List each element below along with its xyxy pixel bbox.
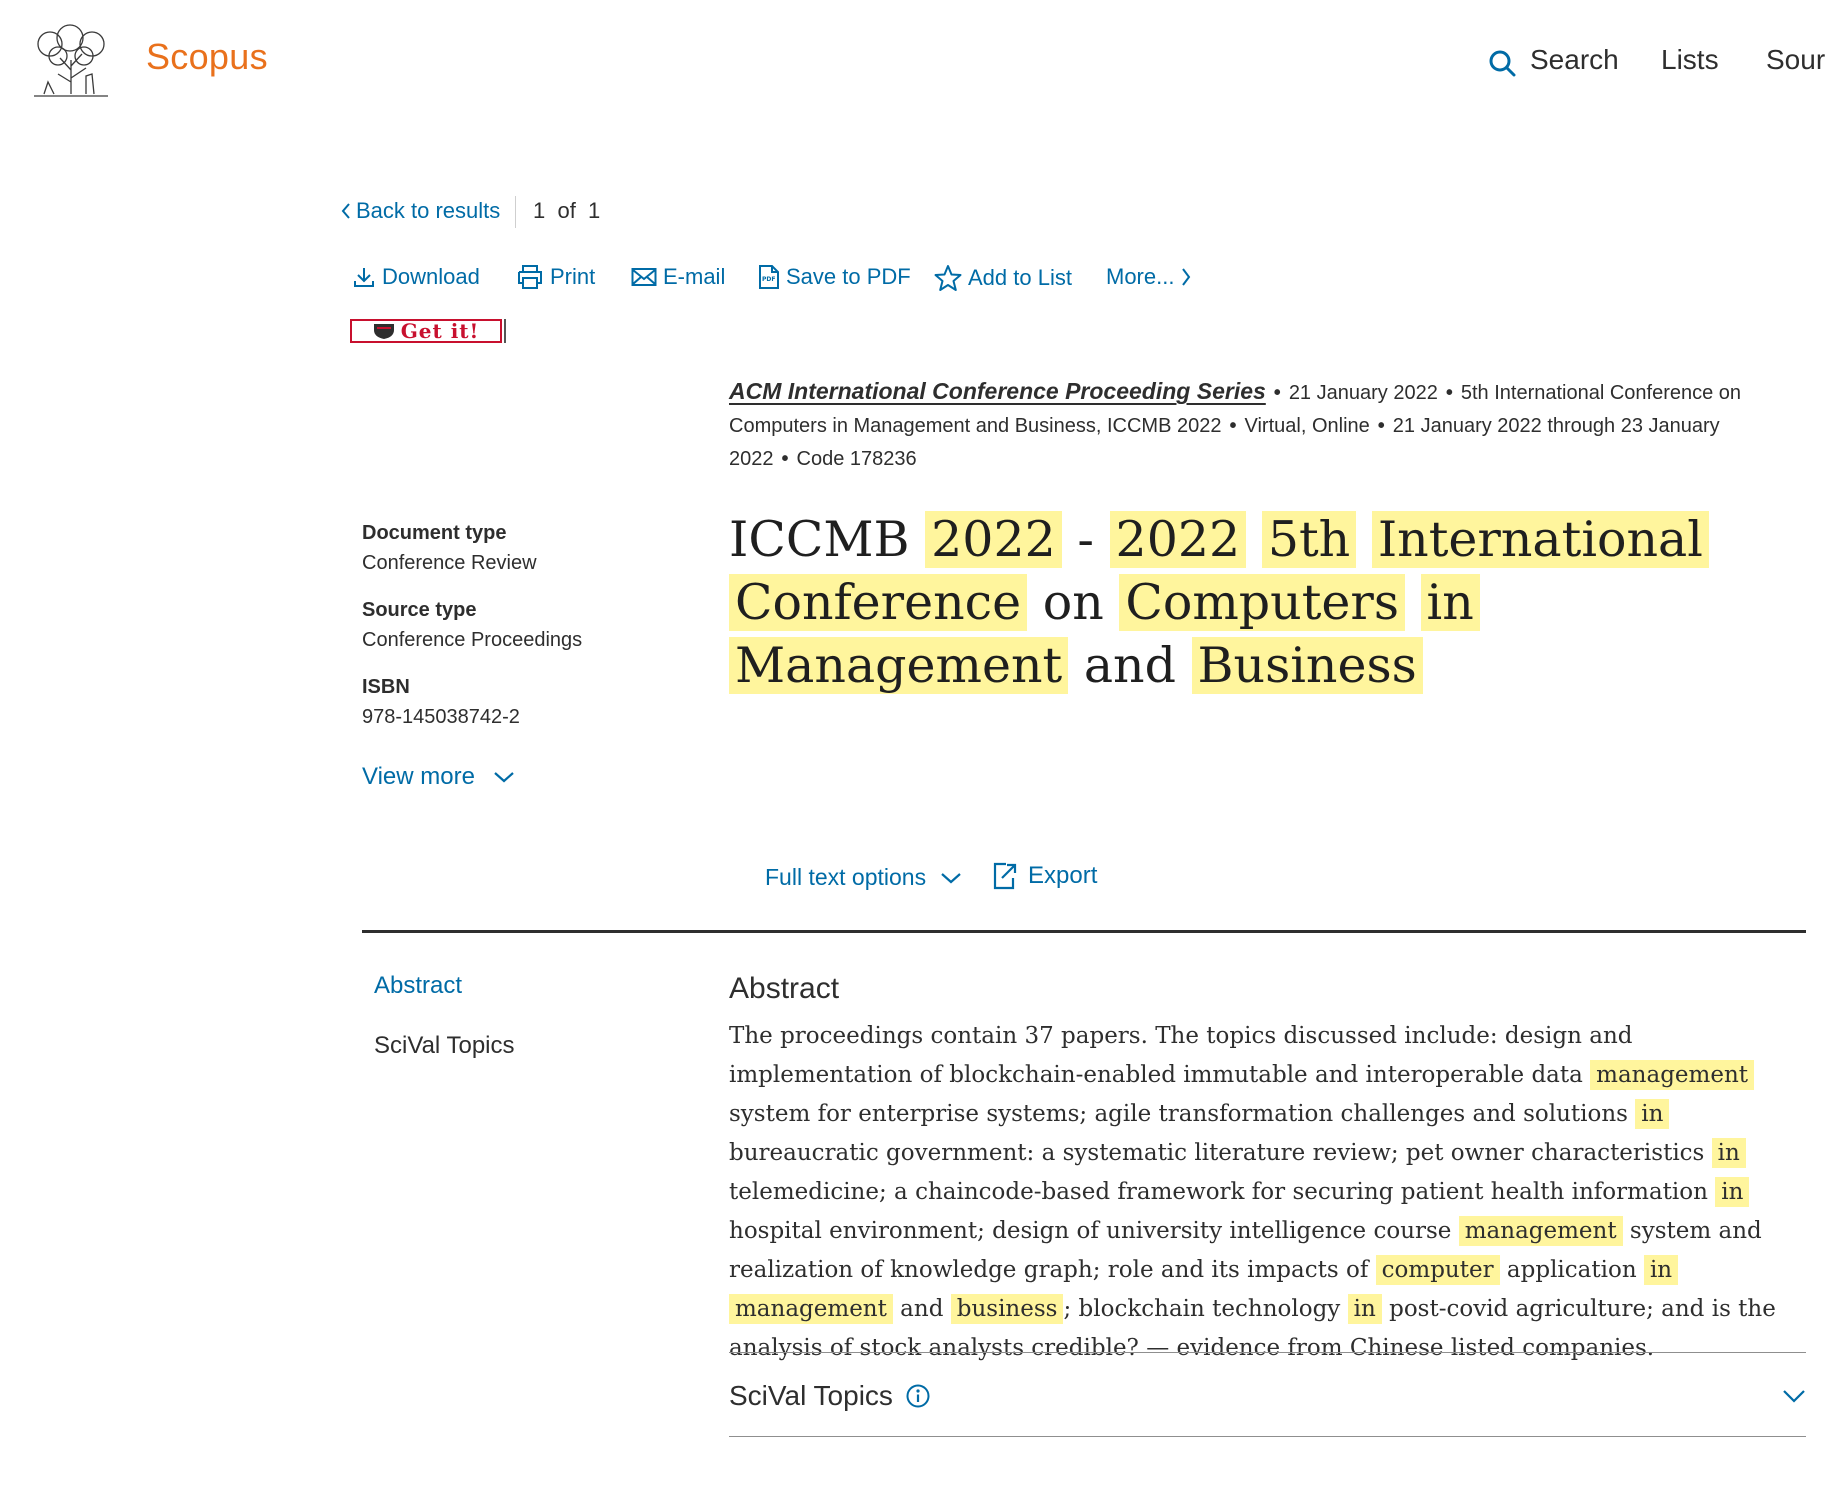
title-highlighted-word: Business (1191, 637, 1423, 694)
print-button[interactable]: Print (516, 264, 595, 290)
cursor-bar (504, 319, 506, 343)
title-highlighted-word: Computers (1119, 574, 1405, 631)
abstract-run: application (1499, 1257, 1644, 1283)
title-word: and (1083, 637, 1176, 694)
scival-top-divider (729, 1352, 1806, 1353)
star-icon (934, 265, 962, 291)
title-highlighted-word: International (1371, 511, 1709, 568)
title-word: - (1077, 511, 1094, 568)
chevron-right-icon (1182, 268, 1191, 286)
printer-icon (518, 265, 542, 289)
print-label: Print (550, 264, 596, 289)
abstract-highlight: management (1590, 1060, 1755, 1090)
chevron-down-icon[interactable] (1782, 1388, 1806, 1404)
source-type-label: Source type (362, 599, 477, 621)
source-date: 21 January 2022 (1288, 382, 1438, 404)
download-icon (354, 268, 374, 287)
pdf-icon: PDF (759, 265, 779, 289)
nav-sources[interactable]: Sour (1766, 44, 1825, 76)
export-button[interactable]: Export (992, 862, 1097, 890)
scival-topics-toggle[interactable]: SciVal Topics (729, 1380, 931, 1412)
title-highlighted-word: in (1420, 574, 1480, 631)
full-text-options-button[interactable]: Full text options (765, 864, 962, 891)
title-highlighted-word: 5th (1261, 511, 1357, 568)
title-highlighted-word: Conference (729, 574, 1028, 631)
abstract-highlight: business (950, 1294, 1064, 1324)
back-label: Back to results (356, 198, 501, 223)
email-icon (631, 268, 657, 286)
abstract-highlight: computer (1375, 1255, 1500, 1285)
series-link[interactable]: ACM International Conference Proceeding … (729, 378, 1266, 404)
svg-text:PDF: PDF (762, 276, 775, 283)
conference-location: Virtual, Online (1244, 415, 1370, 437)
source-info: ACM International Conference Proceeding … (729, 378, 1742, 470)
conference-code: Code 178236 (796, 448, 917, 470)
email-button[interactable]: E-mail (631, 264, 725, 290)
abstract-highlight: in (1643, 1255, 1679, 1285)
isbn-label: ISBN (362, 676, 410, 698)
scival-heading: SciVal Topics (729, 1380, 893, 1411)
chevron-down-icon (941, 872, 961, 883)
chevron-left-icon (341, 203, 350, 219)
nav-search[interactable]: Search (1530, 44, 1619, 76)
elsevier-tree-logo-icon (34, 24, 108, 97)
nav-abstract-link[interactable]: Abstract (374, 972, 462, 1000)
export-icon (993, 862, 1017, 890)
pager-divider (515, 196, 516, 228)
abstract-highlight: in (1635, 1099, 1670, 1129)
view-more-label: View more (362, 763, 475, 790)
abstract-run: bureaucratic government: a systematic li… (729, 1140, 1712, 1166)
document-title: ICCMB 2022 - 2022 5th International Conf… (729, 508, 1809, 697)
full-text-label: Full text options (765, 864, 927, 890)
abstract-highlight: in (1711, 1138, 1746, 1168)
search-icon[interactable] (1488, 49, 1516, 77)
abstract-run: and (892, 1296, 951, 1322)
download-label: Download (382, 264, 480, 289)
abstract-run: system for enterprise systems; agile tra… (729, 1101, 1636, 1127)
more-button[interactable]: More... (1106, 264, 1192, 290)
source-type-value: Conference Proceedings (362, 629, 583, 651)
get-it-button[interactable]: Get it! (350, 319, 502, 343)
title-highlighted-word: 2022 (925, 511, 1062, 568)
abstract-run: hospital environment; design of universi… (729, 1218, 1459, 1244)
nav-lists[interactable]: Lists (1661, 44, 1719, 76)
document-type-value: Conference Review (362, 552, 537, 574)
abstract-highlight: management (1458, 1216, 1623, 1246)
more-label: More... (1106, 264, 1175, 289)
title-word: ICCMB (729, 511, 910, 568)
abstract-run: ; blockchain technology (1063, 1296, 1348, 1322)
chevron-down-icon (494, 772, 514, 783)
abstract-heading: Abstract (729, 972, 840, 1005)
scival-bottom-divider (729, 1436, 1806, 1437)
section-divider (362, 930, 1806, 933)
abstract-highlight: in (1715, 1177, 1750, 1207)
abstract-run: telemedicine; a chaincode-based framewor… (729, 1179, 1716, 1205)
back-to-results-link[interactable]: Back to results (340, 198, 500, 224)
add-to-list-button[interactable]: Add to List (934, 264, 1072, 292)
result-pager: 1 of 1 (533, 198, 601, 223)
save-pdf-label: Save to PDF (786, 264, 911, 289)
export-label: Export (1028, 862, 1098, 889)
document-type-label: Document type (362, 522, 507, 544)
nav-scival-link[interactable]: SciVal Topics (374, 1032, 515, 1060)
download-button[interactable]: Download (352, 264, 480, 290)
abstract-run: The proceedings contain 37 papers. The t… (729, 1023, 1633, 1088)
shield-icon (373, 324, 394, 339)
abstract-text: The proceedings contain 37 papers. The t… (729, 1017, 1809, 1368)
view-more-button[interactable]: View more (362, 763, 515, 791)
get-it-label: Get it! (400, 319, 480, 343)
save-pdf-button[interactable]: PDF Save to PDF (758, 264, 911, 290)
isbn-value: 978-145038742-2 (362, 706, 520, 728)
abstract-highlight: management (729, 1294, 893, 1324)
title-highlighted-word: Management (729, 637, 1069, 694)
info-icon[interactable] (905, 1383, 931, 1409)
abstract-highlight: in (1347, 1294, 1382, 1324)
title-highlighted-word: 2022 (1109, 511, 1247, 568)
scopus-brand[interactable]: Scopus (146, 36, 268, 78)
add-list-label: Add to List (968, 265, 1072, 290)
title-word: on (1042, 574, 1104, 631)
email-label: E-mail (663, 264, 726, 289)
